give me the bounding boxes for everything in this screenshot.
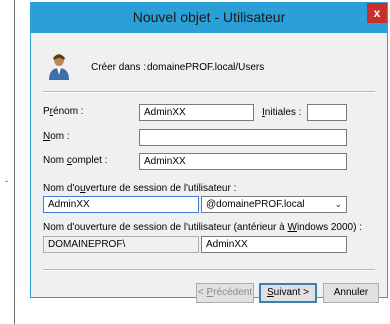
create-in-path: domainePROF.local/Users: [147, 62, 265, 73]
cancel-button[interactable]: Annuler: [323, 283, 379, 303]
upn-suffix-value: @domainePROF.local: [206, 199, 305, 210]
full-name-input[interactable]: AdminXX: [139, 153, 347, 170]
dialog-content: Créer dans : domainePROF.local/Users Pré…: [39, 33, 379, 303]
logon-name-pre2000-input[interactable]: AdminXX: [201, 236, 347, 253]
next-button[interactable]: Suivant >: [259, 283, 317, 303]
netbios-domain-field: DOMAINEPROF\: [43, 236, 199, 253]
first-name-input[interactable]: AdminXX: [139, 104, 254, 121]
logon-name-pre2000-label: Nom d'ouverture de session de l'utilisat…: [43, 222, 362, 233]
full-name-label: Nom complet :: [43, 155, 108, 166]
separator-top: [43, 91, 375, 93]
last-name-input[interactable]: [139, 129, 347, 146]
side-mark: -: [5, 176, 8, 186]
logon-name-label: Nom d'ouverture de session de l'utilisat…: [43, 183, 237, 194]
back-button[interactable]: < Précédent: [196, 283, 254, 303]
chevron-down-icon: ⌄: [334, 199, 342, 209]
left-border: [14, 0, 15, 324]
last-name-label: Nom :: [43, 131, 70, 142]
new-user-dialog: Nouvel objet - Utilisateur x Créer dans …: [30, 2, 388, 303]
window-title: Nouvel objet - Utilisateur: [132, 9, 286, 25]
create-in-label: Créer dans :: [91, 62, 147, 73]
logon-name-input[interactable]: AdminXX: [43, 196, 199, 213]
initials-label: Initiales :: [262, 107, 302, 118]
first-name-label: Prénom :: [43, 106, 84, 117]
user-icon: [49, 54, 69, 80]
initials-input[interactable]: [307, 104, 347, 121]
upn-suffix-select[interactable]: @domainePROF.local ⌄: [201, 196, 347, 213]
title-bar[interactable]: Nouvel objet - Utilisateur x: [31, 3, 387, 33]
separator-bottom: [43, 269, 375, 271]
close-icon: x: [373, 6, 381, 20]
close-button[interactable]: x: [367, 3, 387, 23]
